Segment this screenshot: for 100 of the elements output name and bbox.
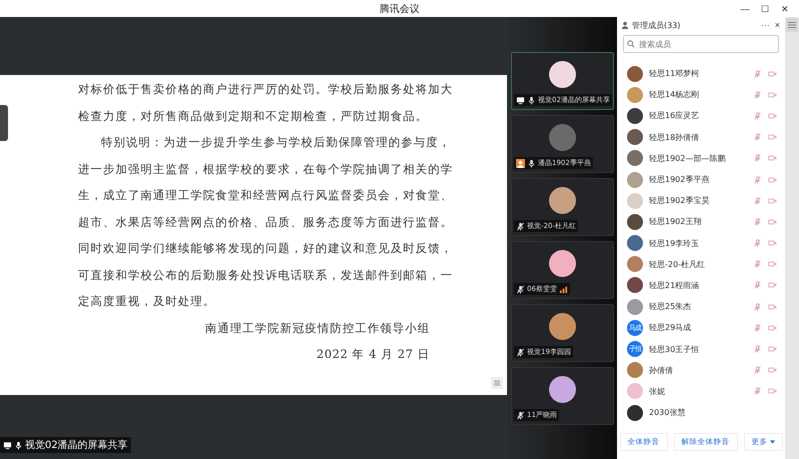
muted-microphone-icon[interactable] — [753, 154, 762, 162]
screen-share-icon — [3, 440, 12, 450]
member-row[interactable]: 孙倩倩 — [617, 360, 785, 381]
search-field[interactable]: 搜索成员 — [623, 35, 779, 53]
member-row[interactable]: 轻思11邓梦柯 — [617, 63, 785, 84]
avatar-circle — [627, 277, 643, 294]
avatar-circle — [549, 313, 576, 340]
avatar-circle — [627, 235, 643, 252]
avatar-circle — [549, 187, 576, 214]
menu-icon — [788, 21, 796, 29]
window-control-button[interactable]: ☐ — [755, 0, 775, 17]
member-row[interactable]: 轻思25朱杰 — [617, 296, 785, 318]
member-row[interactable]: 轻思1902季宝昊 — [617, 190, 785, 212]
screen-share-label: 视觉02潘晶的屏幕共享 — [25, 438, 128, 452]
member-row[interactable]: 轻思19李玲玉 — [617, 232, 785, 254]
document-text: 同时欢迎同学们继续能够将发现的问题，好的建议和意见及时反馈， — [78, 240, 453, 256]
avatar-circle — [627, 404, 643, 421]
video-camera-icon[interactable] — [768, 70, 777, 78]
caret-icon — [770, 440, 774, 444]
avatar-circle — [627, 362, 643, 378]
member-row[interactable]: 轻思21程雨涵 — [617, 274, 785, 296]
microphone-icon — [14, 440, 23, 450]
muted-microphone-icon[interactable] — [753, 90, 762, 99]
muted-microphone-icon[interactable] — [753, 260, 762, 268]
document-text: 南通理工学院新冠疫情防控工作领导小组 — [205, 320, 430, 336]
document-text: 可直接和学校公布的后勤服务处投诉电话联系，发送邮件到邮箱，一 — [78, 266, 453, 283]
member-row[interactable]: 轻思1902—部—陈鹏 — [617, 148, 785, 169]
avatar-circle — [627, 129, 643, 146]
member-row[interactable]: 轻思18孙倩倩 — [617, 126, 785, 148]
member-row[interactable]: 轻思16应灵艺 — [617, 105, 785, 127]
document-text: 定高度重视，及时处理。 — [78, 293, 216, 310]
muted-microphone-icon[interactable] — [753, 324, 762, 332]
member-name: 孙倩倩 — [649, 364, 674, 376]
member-row[interactable]: 轻思1902季平燕 — [617, 168, 785, 190]
member-name: 轻思1902季平燕 — [649, 174, 710, 186]
window-title: 腾讯会议 — [380, 2, 420, 16]
member-name: 轻思29马成 — [649, 322, 692, 334]
member-name: 轻思1902王翔 — [649, 216, 702, 228]
avatar-circle — [549, 61, 576, 88]
video-camera-icon[interactable] — [768, 196, 777, 205]
window-control-button[interactable]: ✕ — [775, 0, 795, 17]
video-camera-icon[interactable] — [768, 281, 777, 290]
muted-microphone-icon[interactable] — [753, 176, 762, 184]
video-camera-icon[interactable] — [768, 154, 777, 162]
muted-microphone-icon[interactable] — [753, 239, 762, 248]
avatar-circle — [627, 214, 643, 230]
member-name: 轻思25朱杰 — [649, 301, 692, 312]
video-camera-icon[interactable] — [768, 133, 777, 142]
muted-microphone-icon[interactable] — [753, 196, 762, 205]
scroll-handle[interactable] — [0, 105, 8, 141]
video-camera-icon[interactable] — [768, 112, 777, 120]
search-icon — [627, 40, 635, 48]
video-camera-icon[interactable] — [768, 239, 777, 248]
member-row[interactable]: 轻思14杨志刚 — [617, 84, 785, 106]
avatar-circle — [627, 66, 643, 82]
document-text: 生，成立了南通理工学院食堂和经营网点行风监督委员会，对食堂、 — [78, 187, 453, 204]
document-text: 进一步加强明主监督，根据学校的要求，在每个学院抽调了相关的学 — [78, 160, 453, 177]
muted-microphone-icon[interactable] — [753, 218, 762, 226]
menu-icon[interactable] — [491, 377, 503, 389]
video-camera-icon[interactable] — [768, 387, 777, 396]
more-options-button[interactable]: ··· — [760, 20, 771, 30]
member-row[interactable]: 张妮 — [617, 380, 785, 402]
member-name: 轻思18孙倩倩 — [649, 132, 700, 143]
member-name: 轻思14杨志刚 — [649, 89, 700, 100]
video-camera-icon[interactable] — [768, 302, 777, 311]
video-camera-icon[interactable] — [768, 90, 777, 99]
video-camera-icon[interactable] — [768, 176, 777, 184]
muted-microphone-icon[interactable] — [753, 387, 762, 396]
video-camera-icon[interactable] — [768, 218, 777, 226]
close-button[interactable]: × — [774, 20, 781, 30]
document-text: 特别说明：为进一步提升学生参与学校后勤保障管理的参与度， — [101, 134, 451, 150]
muted-microphone-icon[interactable] — [753, 133, 762, 142]
member-row[interactable]: 2030张慧 — [617, 402, 785, 424]
avatar-circle — [549, 250, 576, 277]
video-camera-icon[interactable] — [768, 260, 777, 268]
document-text: 检查力度，对所售商品做到定期和不定期检查，严防过期食品。 — [78, 108, 428, 124]
avatar-circle — [627, 150, 643, 166]
member-name: 轻思1902季宝昊 — [649, 195, 710, 206]
muted-microphone-icon[interactable] — [753, 366, 762, 374]
member-row[interactable]: 轻思-20-杜凡红 — [617, 254, 785, 275]
document-text: 对标价低于售卖价格的商户进行严厉的处罚。学校后勤服务处将加大 — [78, 81, 453, 98]
muted-microphone-icon[interactable] — [753, 112, 762, 120]
member-name: 轻思1902—部—陈鹏 — [649, 152, 726, 164]
muted-microphone-icon[interactable] — [753, 345, 762, 354]
member-row[interactable]: 轻思1902王翔 — [617, 211, 785, 232]
avatar-circle — [627, 86, 643, 103]
window-control-button[interactable]: — — [735, 0, 755, 17]
document-text: 超市、水果店等经营网点的价格、品质、服务态度等方面进行监督。 — [78, 214, 453, 230]
avatar-circle — [627, 256, 643, 272]
member-name: 轻思-20-杜凡红 — [649, 258, 706, 270]
avatar-circle — [627, 108, 643, 124]
muted-microphone-icon[interactable] — [753, 70, 762, 78]
video-camera-icon[interactable] — [768, 366, 777, 374]
muted-microphone-icon[interactable] — [753, 302, 762, 311]
member-name: 轻思30王子恒 — [649, 344, 700, 355]
menu-button[interactable] — [786, 18, 798, 32]
video-camera-icon[interactable] — [768, 345, 777, 354]
video-camera-icon[interactable] — [768, 324, 777, 332]
member-name: 轻思21程雨涵 — [649, 280, 700, 291]
muted-microphone-icon[interactable] — [753, 281, 762, 290]
